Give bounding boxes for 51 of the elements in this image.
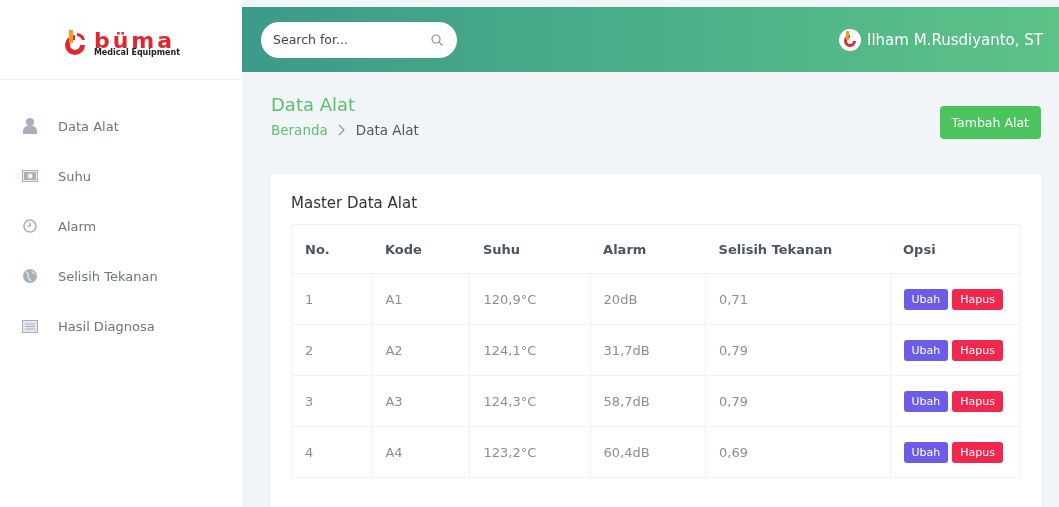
table-cell: 58,7dB xyxy=(590,375,706,427)
page-title: Data Alat xyxy=(271,94,357,115)
column-header: No. xyxy=(291,224,372,274)
table-cell: 120,9°C xyxy=(469,273,591,325)
column-header: Kode xyxy=(371,224,470,274)
table-cell: A3 xyxy=(371,375,470,427)
table-cell: 20dB xyxy=(590,273,706,325)
table-cell: A1 xyxy=(371,273,470,325)
sidebar-item[interactable]: Suhu xyxy=(0,151,242,201)
column-header: Selisih Tekanan xyxy=(705,224,891,274)
person-icon xyxy=(22,118,38,134)
globe-icon xyxy=(22,269,38,283)
banknote-icon xyxy=(22,170,38,182)
table-cell: 1 xyxy=(291,273,372,325)
chevron-icon xyxy=(337,124,346,136)
table-cell: 124,1°C xyxy=(469,324,591,376)
table-cell: A4 xyxy=(371,426,470,478)
table-cell: 60,4dB xyxy=(590,426,706,478)
search-icon xyxy=(431,33,443,46)
card-title: Master Data Alat xyxy=(291,194,419,212)
table-cell: 124,3°C xyxy=(469,375,591,427)
sidebar-item[interactable]: Data Alat xyxy=(0,101,242,151)
edit-button[interactable]: Ubah xyxy=(903,441,949,463)
table-cell: 123,2°C xyxy=(469,426,591,478)
column-header: Suhu xyxy=(469,224,591,274)
search-field[interactable]: Search for... xyxy=(261,21,457,58)
table-cell: 0,79 xyxy=(705,324,891,376)
delete-button[interactable]: Hapus xyxy=(952,441,1003,463)
breadcrumb-current: Data Alat xyxy=(355,122,419,138)
list-icon xyxy=(22,319,38,333)
clock-icon xyxy=(22,219,38,233)
table-cell: 3 xyxy=(291,375,372,427)
table-cell: 31,7dB xyxy=(590,324,706,376)
column-header: Alarm xyxy=(590,224,706,274)
sidebar-item[interactable]: Alarm xyxy=(0,201,242,251)
table-cell: 4 xyxy=(291,426,372,478)
edit-button[interactable]: Ubah xyxy=(903,390,949,412)
edit-button[interactable]: Ubah xyxy=(903,288,949,310)
sidebar-item[interactable]: Hasil Diagnosa xyxy=(0,301,242,351)
edit-button[interactable]: Ubah xyxy=(903,339,949,361)
delete-button[interactable]: Hapus xyxy=(952,339,1003,361)
table-cell: 0,69 xyxy=(705,426,891,478)
table-cell: A2 xyxy=(371,324,470,376)
table-cell: 0,79 xyxy=(705,375,891,427)
avatar-icon[interactable] xyxy=(839,28,861,51)
table-cell: 2 xyxy=(291,324,372,376)
delete-button[interactable]: Hapus xyxy=(952,288,1003,310)
sidebar-item[interactable]: Selisih Tekanan xyxy=(0,251,242,301)
table-cell: 0,71 xyxy=(705,273,891,325)
column-header: Opsi xyxy=(890,224,1021,274)
delete-button[interactable]: Hapus xyxy=(952,390,1003,412)
